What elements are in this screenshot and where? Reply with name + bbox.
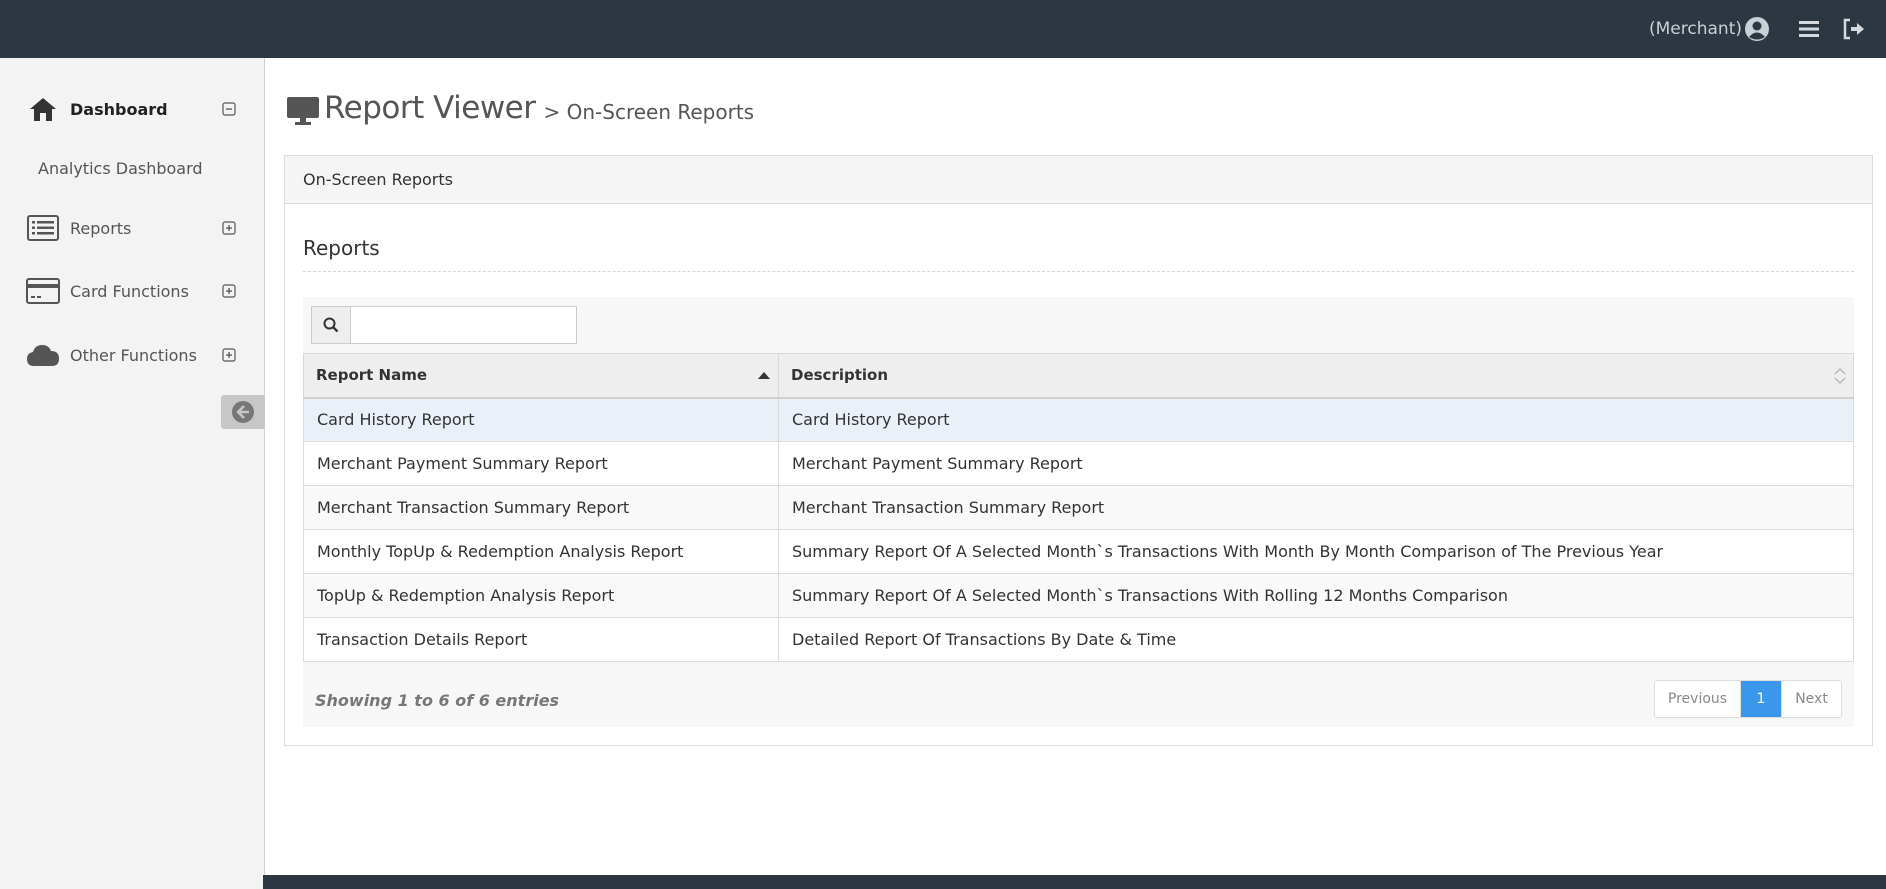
logout-icon[interactable]: [1840, 16, 1866, 42]
collapse-toggle-icon[interactable]: [222, 102, 236, 116]
report-name-cell[interactable]: Merchant Payment Summary Report: [303, 441, 779, 486]
search-input[interactable]: [350, 306, 577, 344]
sidebar-item-label: Card Functions: [70, 281, 189, 301]
footer-bar: [263, 875, 1886, 889]
cloud-icon: [26, 340, 60, 370]
table-row[interactable]: Merchant Transaction Summary Report Merc…: [303, 485, 1854, 530]
user-menu[interactable]: (Merchant): [1649, 14, 1770, 44]
reports-panel: On-Screen Reports Reports Report Name De…: [284, 155, 1873, 746]
table-row[interactable]: Card History Report Card History Report: [303, 397, 1854, 442]
pagination: Previous 1 Next: [1654, 680, 1842, 718]
reports-table: Report Name Description Card History Rep…: [303, 353, 1854, 662]
monitor-icon: [287, 97, 319, 125]
column-header-label: Report Name: [316, 366, 428, 385]
menu-icon[interactable]: [1796, 16, 1822, 42]
credit-card-icon: [26, 276, 60, 306]
sidebar-subitem-analytics-dashboard[interactable]: Analytics Dashboard: [38, 159, 203, 178]
column-header-description[interactable]: Description: [778, 353, 1854, 399]
search-icon: [311, 306, 351, 344]
report-name-cell[interactable]: Monthly TopUp & Redemption Analysis Repo…: [303, 529, 779, 574]
description-cell: Card History Report: [778, 397, 1854, 442]
pagination-previous-button[interactable]: Previous: [1655, 681, 1741, 717]
description-cell: Merchant Payment Summary Report: [778, 441, 1854, 486]
pagination-page-button[interactable]: 1: [1741, 681, 1781, 717]
table-header-row: Report Name Description: [303, 353, 1854, 399]
description-cell: Detailed Report Of Transactions By Date …: [778, 617, 1854, 662]
pagination-next-button[interactable]: Next: [1781, 681, 1841, 717]
breadcrumb: > On-Screen Reports: [543, 100, 755, 124]
arrow-left-circle-icon: [232, 401, 254, 423]
description-cell: Summary Report Of A Selected Month`s Tra…: [778, 573, 1854, 618]
reports-table-wrapper: Report Name Description Card History Rep…: [303, 297, 1854, 727]
report-name-cell[interactable]: Card History Report: [303, 397, 779, 442]
list-icon: [26, 213, 60, 243]
section-title: Reports: [303, 236, 380, 260]
report-name-cell[interactable]: TopUp & Redemption Analysis Report: [303, 573, 779, 618]
home-icon: [26, 94, 60, 124]
expand-toggle-icon[interactable]: [222, 284, 236, 298]
table-row[interactable]: Monthly TopUp & Redemption Analysis Repo…: [303, 529, 1854, 574]
page-header: Report Viewer > On-Screen Reports: [286, 82, 754, 126]
sidebar-item-other-functions[interactable]: Other Functions: [0, 332, 264, 378]
user-circle-icon: [1745, 17, 1769, 41]
column-header-report-name[interactable]: Report Name: [303, 353, 779, 399]
sort-ascending-icon: [758, 372, 770, 379]
table-info: Showing 1 to 6 of 6 entries: [315, 691, 560, 710]
page-title: Report Viewer: [324, 90, 536, 126]
sidebar: Dashboard Analytics Dashboard Reports Ca…: [0, 58, 265, 889]
report-name-cell[interactable]: Transaction Details Report: [303, 617, 779, 662]
user-role-label: (Merchant): [1649, 19, 1742, 39]
top-bar: (Merchant): [0, 0, 1886, 58]
sidebar-item-dashboard[interactable]: Dashboard: [0, 86, 264, 132]
table-row[interactable]: Transaction Details Report Detailed Repo…: [303, 617, 1854, 662]
description-cell: Summary Report Of A Selected Month`s Tra…: [778, 529, 1854, 574]
sidebar-item-label: Dashboard: [70, 99, 168, 119]
panel-heading: On-Screen Reports: [285, 156, 1872, 204]
sort-both-icon: [1834, 367, 1846, 385]
sidebar-item-label: Reports: [70, 218, 132, 238]
report-name-cell[interactable]: Merchant Transaction Summary Report: [303, 485, 779, 530]
description-cell: Merchant Transaction Summary Report: [778, 485, 1854, 530]
sidebar-item-card-functions[interactable]: Card Functions: [0, 268, 264, 314]
table-row[interactable]: Merchant Payment Summary Report Merchant…: [303, 441, 1854, 486]
sidebar-item-reports[interactable]: Reports: [0, 205, 264, 251]
sidebar-collapse-button[interactable]: [221, 395, 265, 429]
divider: [303, 271, 1854, 272]
column-header-label: Description: [791, 366, 889, 385]
sidebar-item-label: Other Functions: [70, 345, 197, 365]
expand-toggle-icon[interactable]: [222, 348, 236, 362]
table-row[interactable]: TopUp & Redemption Analysis Report Summa…: [303, 573, 1854, 618]
expand-toggle-icon[interactable]: [222, 221, 236, 235]
